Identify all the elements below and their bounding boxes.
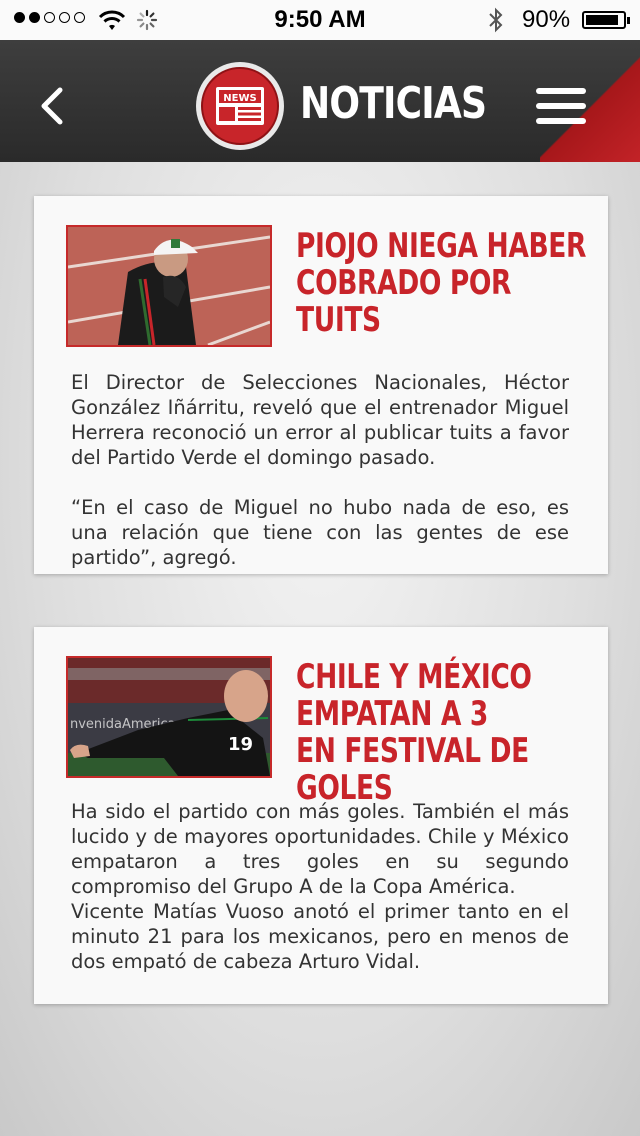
news-body: Ha sido el partido con más goles. Tambié… <box>71 799 569 974</box>
header-bar: NEWS NOTICIAS <box>0 40 640 162</box>
battery-percent: 90% <box>522 6 571 33</box>
player-photo: nvenidaAmerica 19 <box>68 658 270 776</box>
news-thumbnail[interactable]: nvenidaAmerica 19 <box>66 656 272 778</box>
news-headline-line: EN FESTIVAL DE GOLES <box>296 731 529 808</box>
news-headline[interactable]: CHILE Y MÉXICO EMPATAN A 3 EN FESTIVAL D… <box>296 659 600 807</box>
menu-bar-1 <box>536 88 586 94</box>
news-paragraph: “En el caso de Miguel no hubo nada de es… <box>71 496 569 569</box>
page-title: NOTICIAS <box>300 78 487 129</box>
status-bar: 9:50 AM 90% <box>0 0 640 40</box>
coach-photo <box>68 227 270 345</box>
news-card[interactable]: PIOJO NIEGA HABER COBRADO POR TUITS El D… <box>34 196 608 574</box>
news-headline-line: CHILE Y MÉXICO <box>296 657 532 697</box>
menu-bar-2 <box>536 103 586 109</box>
news-card[interactable]: nvenidaAmerica 19 CHILE Y MÉXICO EMPATAN… <box>34 627 608 1004</box>
news-headline[interactable]: PIOJO NIEGA HABER COBRADO POR TUITS <box>296 228 600 339</box>
menu-bar-3 <box>536 118 586 124</box>
bluetooth-icon <box>489 7 503 33</box>
jersey-number: 19 <box>228 734 253 755</box>
news-body: El Director de Selecciones Nacionales, H… <box>71 370 569 570</box>
logo-text: NEWS <box>223 93 256 104</box>
news-paragraph: Vicente Matías Vuoso anotó el primer tan… <box>71 900 569 973</box>
news-headline-line: EMPATAN A 3 <box>296 694 488 734</box>
back-button[interactable] <box>34 86 70 126</box>
news-paragraph: El Director de Selecciones Nacionales, H… <box>71 371 569 469</box>
news-thumbnail[interactable] <box>66 225 272 347</box>
battery-icon <box>582 11 630 29</box>
menu-button[interactable] <box>536 88 586 124</box>
news-paragraph: Ha sido el partido con más goles. Tambié… <box>71 800 569 898</box>
news-logo-icon: NEWS <box>196 62 284 150</box>
